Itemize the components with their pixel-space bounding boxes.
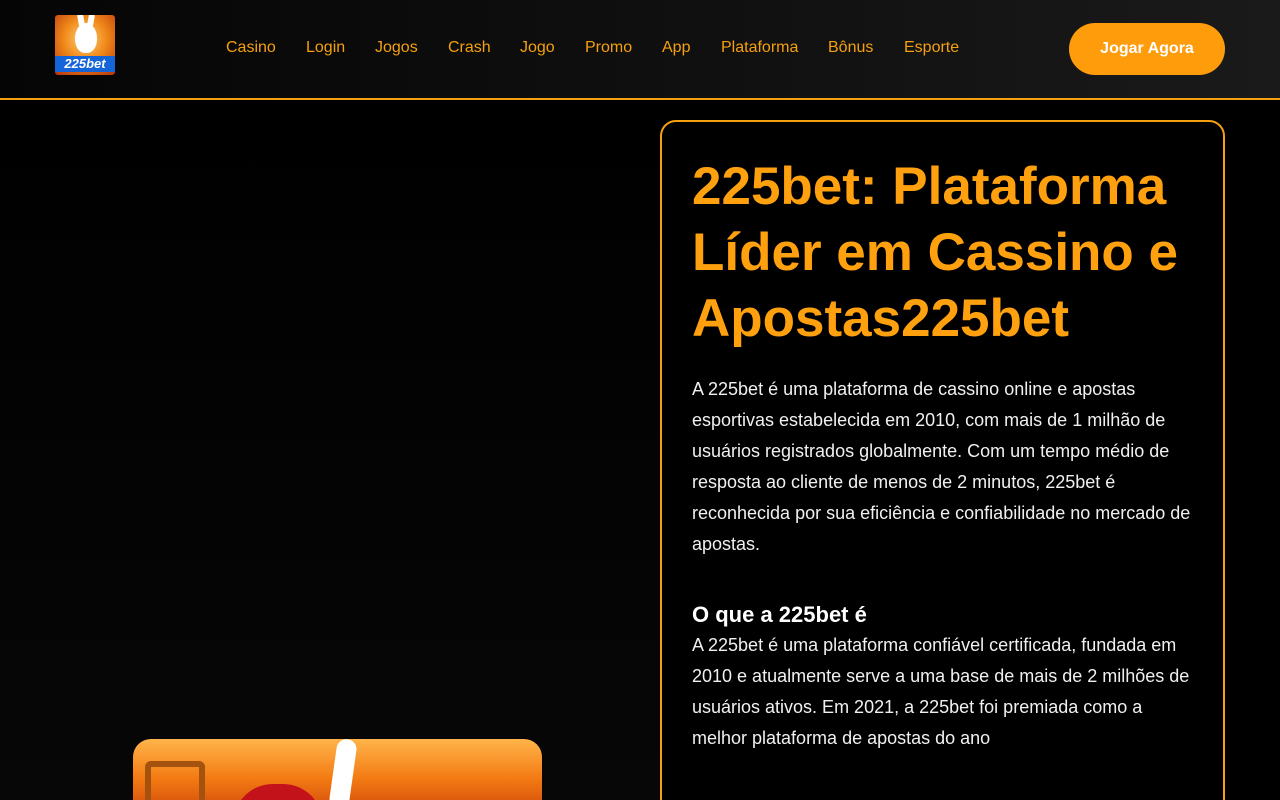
nav-link-promo[interactable]: Promo	[585, 38, 632, 58]
logo[interactable]: 225bet	[55, 15, 115, 75]
nav-link-esporte[interactable]: Esporte	[904, 38, 959, 58]
content-card: 225bet: Plataforma Líder em Cassino e Ap…	[660, 120, 1225, 800]
nav-link-app[interactable]: App	[662, 38, 690, 58]
nav-link-plataforma[interactable]: Plataforma	[721, 38, 798, 58]
nav-link-login[interactable]: Login	[306, 38, 345, 58]
bunny-ear-decoration	[328, 739, 358, 800]
nav-link-crash[interactable]: Crash	[448, 38, 491, 58]
nav-link-bonus[interactable]: Bônus	[828, 38, 873, 58]
page-title: 225bet: Plataforma Líder em Cassino e Ap…	[692, 157, 1179, 348]
logo-text: 225bet	[55, 56, 115, 72]
section-heading: O que a 225bet é	[692, 602, 867, 627]
play-now-button[interactable]: Jogar Agora	[1069, 23, 1225, 75]
frame-decoration	[145, 761, 205, 800]
site-header: 225bet Casino Login Jogos Crash Jogo Pro…	[0, 0, 1280, 100]
hero-image	[133, 739, 542, 800]
hat-decoration	[233, 784, 323, 800]
hero-image-area	[0, 102, 660, 800]
nav-link-jogo[interactable]: Jogo	[520, 38, 555, 58]
nav-link-jogos[interactable]: Jogos	[375, 38, 418, 58]
section-paragraph: A 225bet é uma plataforma confiável cert…	[692, 635, 1190, 748]
nav-link-casino[interactable]: Casino	[226, 38, 276, 58]
intro-paragraph: A 225bet é uma plataforma de cassino onl…	[692, 379, 1191, 554]
bunny-mascot-icon	[75, 23, 97, 53]
